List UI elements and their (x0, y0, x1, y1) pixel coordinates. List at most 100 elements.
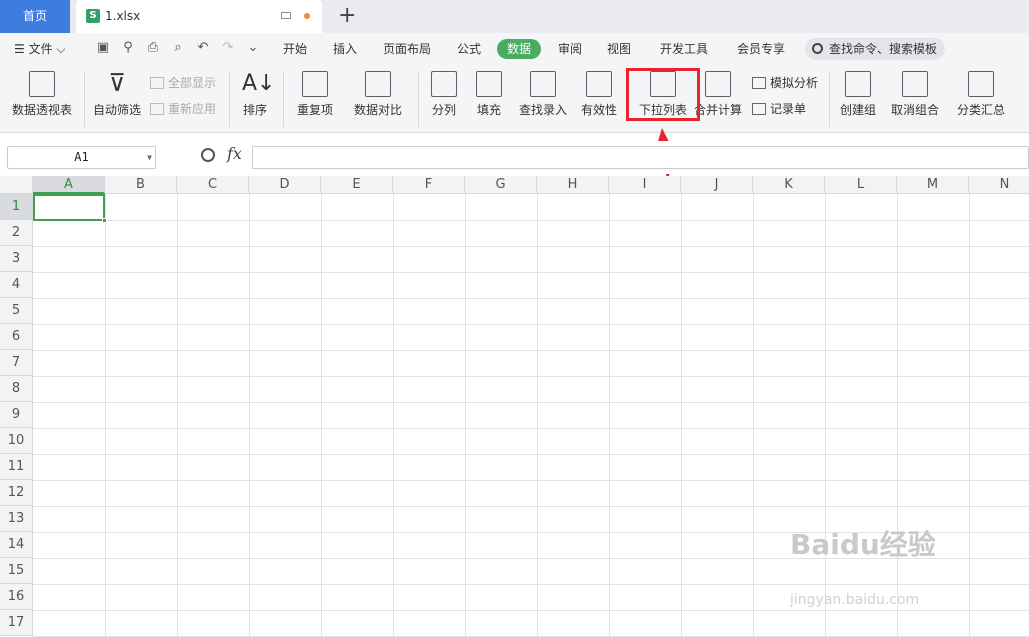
redo-icon[interactable]: ↷ (221, 41, 235, 55)
menu-view[interactable]: 视图 (607, 33, 631, 65)
fx-icon[interactable]: fx (227, 144, 242, 163)
grid-line (33, 454, 1029, 455)
split-column-button[interactable]: 分列 (424, 65, 464, 133)
row-header[interactable]: 14 (0, 532, 33, 558)
row-header[interactable]: 1 (0, 194, 33, 220)
grid-line (33, 246, 1029, 247)
column-header[interactable]: D (249, 176, 321, 194)
file-menu[interactable]: ☰ 文件 ⌵ (14, 33, 66, 65)
selected-cell[interactable] (33, 194, 107, 223)
format-painter-icon[interactable]: ⚲ (121, 41, 135, 55)
duplicates-icon (302, 71, 328, 97)
subtotal-button[interactable]: 分类汇总 (953, 65, 1009, 133)
unsaved-dot-icon (304, 13, 310, 19)
tab-file[interactable]: S 1.xlsx (76, 0, 322, 33)
column-header[interactable]: K (753, 176, 825, 194)
pivot-table-button[interactable]: 数据透视表 (6, 65, 78, 133)
lookup-entry-button[interactable]: 查找录入 (515, 65, 571, 133)
tab-home[interactable]: 首页 (0, 0, 70, 33)
menu-formula[interactable]: 公式 (457, 33, 481, 65)
grid-line (321, 194, 322, 636)
spreadsheet-icon: S (86, 9, 100, 23)
column-header[interactable]: C (177, 176, 249, 194)
menu-start[interactable]: 开始 (283, 33, 307, 65)
column-header[interactable]: G (465, 176, 537, 194)
record-form-button[interactable]: 记录单 (752, 99, 806, 119)
column-header[interactable]: J (681, 176, 753, 194)
row-header[interactable]: 16 (0, 584, 33, 610)
menu-review[interactable]: 审阅 (558, 33, 582, 65)
search-input[interactable]: 查找命令、搜索模板 (805, 38, 945, 60)
name-box[interactable]: A1 ▼ (7, 146, 156, 169)
fill-button[interactable]: 填充 (469, 65, 509, 133)
grid-line (33, 220, 1029, 221)
row-header[interactable]: 6 (0, 324, 33, 350)
grid-line (969, 194, 970, 636)
column-header[interactable]: I (609, 176, 681, 194)
sort-button[interactable]: A↓ 排序 (234, 65, 276, 133)
zoom-icon[interactable] (201, 148, 215, 162)
spreadsheet-grid[interactable]: A B C D E F G H I J K L M N 1 2 3 4 5 6 7 8 9 10 11 12 13 14 15 16 17 (0, 176, 1029, 637)
row-header[interactable]: 13 (0, 506, 33, 532)
name-box-value: A1 (74, 150, 89, 164)
menu-data[interactable]: 数据 (497, 39, 541, 59)
menu-member[interactable]: 会员专享 (737, 33, 785, 65)
monitor-icon[interactable] (281, 12, 291, 19)
auto-filter-button[interactable]: ⊽ 自动筛选 (89, 65, 145, 133)
row-header[interactable]: 11 (0, 454, 33, 480)
show-all-icon (150, 77, 164, 89)
row-header[interactable]: 9 (0, 402, 33, 428)
column-header[interactable]: M (897, 176, 969, 194)
column-header[interactable]: N (969, 176, 1029, 194)
grid-line (33, 506, 1029, 507)
print-preview-icon[interactable]: ⌕ (171, 41, 185, 55)
save-icon[interactable]: ▣ (96, 41, 110, 55)
row-header[interactable]: 7 (0, 350, 33, 376)
row-header[interactable]: 2 (0, 220, 33, 246)
column-header[interactable]: F (393, 176, 465, 194)
validity-button[interactable]: 有效性 (575, 65, 623, 133)
duplicates-button[interactable]: 重复项 (289, 65, 341, 133)
row-header[interactable]: 15 (0, 558, 33, 584)
select-all-corner[interactable] (0, 176, 33, 194)
column-header[interactable]: A (33, 176, 105, 194)
row-header[interactable]: 10 (0, 428, 33, 454)
what-if-label: 模拟分析 (770, 76, 819, 90)
row-header[interactable]: 12 (0, 480, 33, 506)
what-if-button[interactable]: 模拟分析 (752, 73, 818, 93)
row-header[interactable]: 4 (0, 272, 33, 298)
column-header[interactable]: H (537, 176, 609, 194)
subtotal-label: 分类汇总 (956, 103, 1005, 117)
row-header[interactable]: 3 (0, 246, 33, 272)
reapply-button[interactable]: 重新应用 (150, 99, 216, 119)
row-header[interactable]: 17 (0, 610, 33, 636)
row-header[interactable]: 5 (0, 298, 33, 324)
ribbon-separator (418, 71, 419, 127)
reapply-icon (150, 103, 164, 115)
ungroup-button[interactable]: 取消组合 (884, 65, 946, 133)
show-all-button[interactable]: 全部显示 (150, 73, 216, 93)
pivot-table-label: 数据透视表 (11, 103, 72, 117)
menu-developer[interactable]: 开发工具 (660, 33, 708, 65)
menu-insert[interactable]: 插入 (333, 33, 357, 65)
auto-filter-label: 自动筛选 (92, 103, 141, 117)
reapply-label: 重新应用 (168, 102, 217, 116)
grid-line (393, 194, 394, 636)
row-header[interactable]: 8 (0, 376, 33, 402)
new-tab-plus-icon[interactable]: + (338, 3, 356, 29)
create-group-button[interactable]: 创建组 (835, 65, 881, 133)
chevron-down-icon[interactable]: ▼ (147, 147, 152, 168)
column-header[interactable]: L (825, 176, 897, 194)
print-icon[interactable]: ⎙ (146, 41, 160, 55)
undo-icon[interactable]: ↶ (196, 41, 210, 55)
column-header[interactable]: B (105, 176, 177, 194)
column-header[interactable]: E (321, 176, 393, 194)
grid-line (33, 402, 1029, 403)
fill-handle[interactable] (102, 218, 107, 223)
data-compare-button[interactable]: 数据对比 (346, 65, 410, 133)
highlight-box (626, 68, 700, 121)
customize-icon[interactable]: ⌄ (246, 41, 260, 55)
formula-input[interactable] (252, 146, 1029, 169)
menu-page-layout[interactable]: 页面布局 (383, 33, 431, 65)
grid-line (537, 194, 538, 636)
